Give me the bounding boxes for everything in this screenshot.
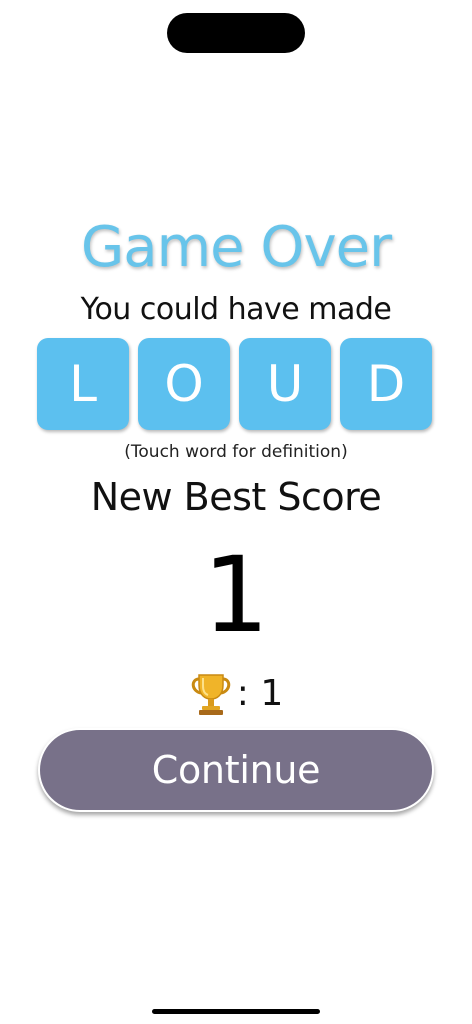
continue-button[interactable]: Continue [38, 728, 434, 812]
best-score-label: New Best Score [90, 475, 382, 519]
letter-tile[interactable]: O [138, 338, 230, 430]
game-over-screen: Game Over You could have made L O U D (T… [0, 0, 472, 1024]
game-over-title: Game Over [80, 215, 392, 280]
trophy-row: : 1 [0, 668, 472, 720]
letter-tile[interactable]: D [340, 338, 432, 430]
dynamic-island [167, 13, 305, 53]
trophy-count: : 1 [236, 673, 284, 714]
score-value: 1 [202, 534, 270, 656]
letter-tile[interactable]: L [37, 338, 129, 430]
subtitle: You could have made [80, 292, 392, 327]
trophy-icon [189, 671, 233, 717]
letter-tile[interactable]: U [239, 338, 331, 430]
definition-hint: (Touch word for definition) [124, 442, 348, 462]
home-indicator[interactable] [152, 1009, 320, 1014]
word-tiles[interactable]: L O U D [37, 338, 437, 432]
